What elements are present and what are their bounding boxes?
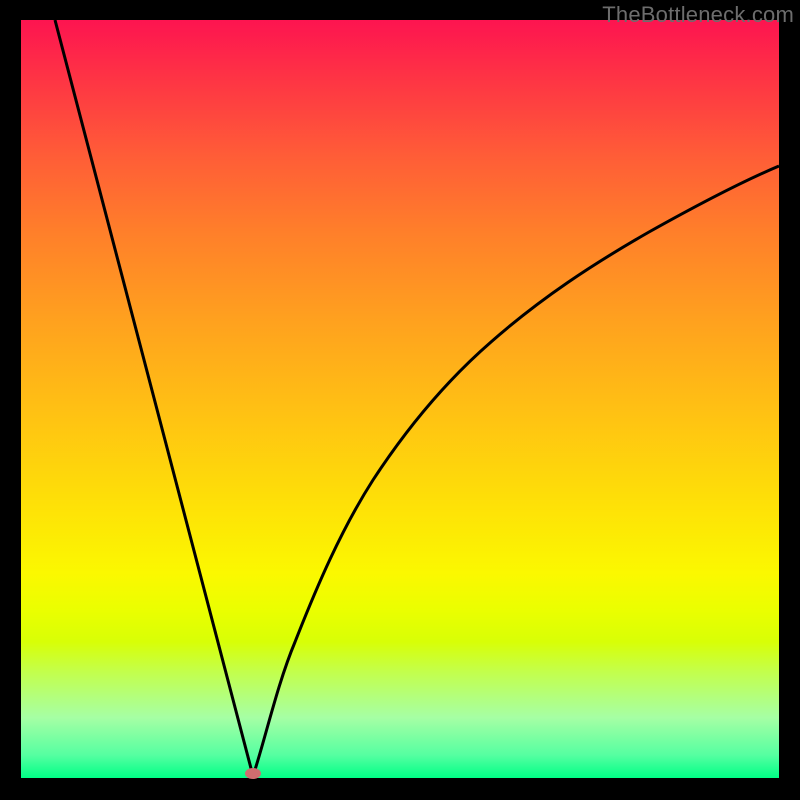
- watermark-text: TheBottleneck.com: [602, 2, 794, 28]
- bottleneck-curve: [21, 20, 779, 778]
- minimum-marker: [245, 768, 261, 779]
- curve-left-branch: [55, 20, 253, 776]
- curve-right-branch: [253, 166, 779, 776]
